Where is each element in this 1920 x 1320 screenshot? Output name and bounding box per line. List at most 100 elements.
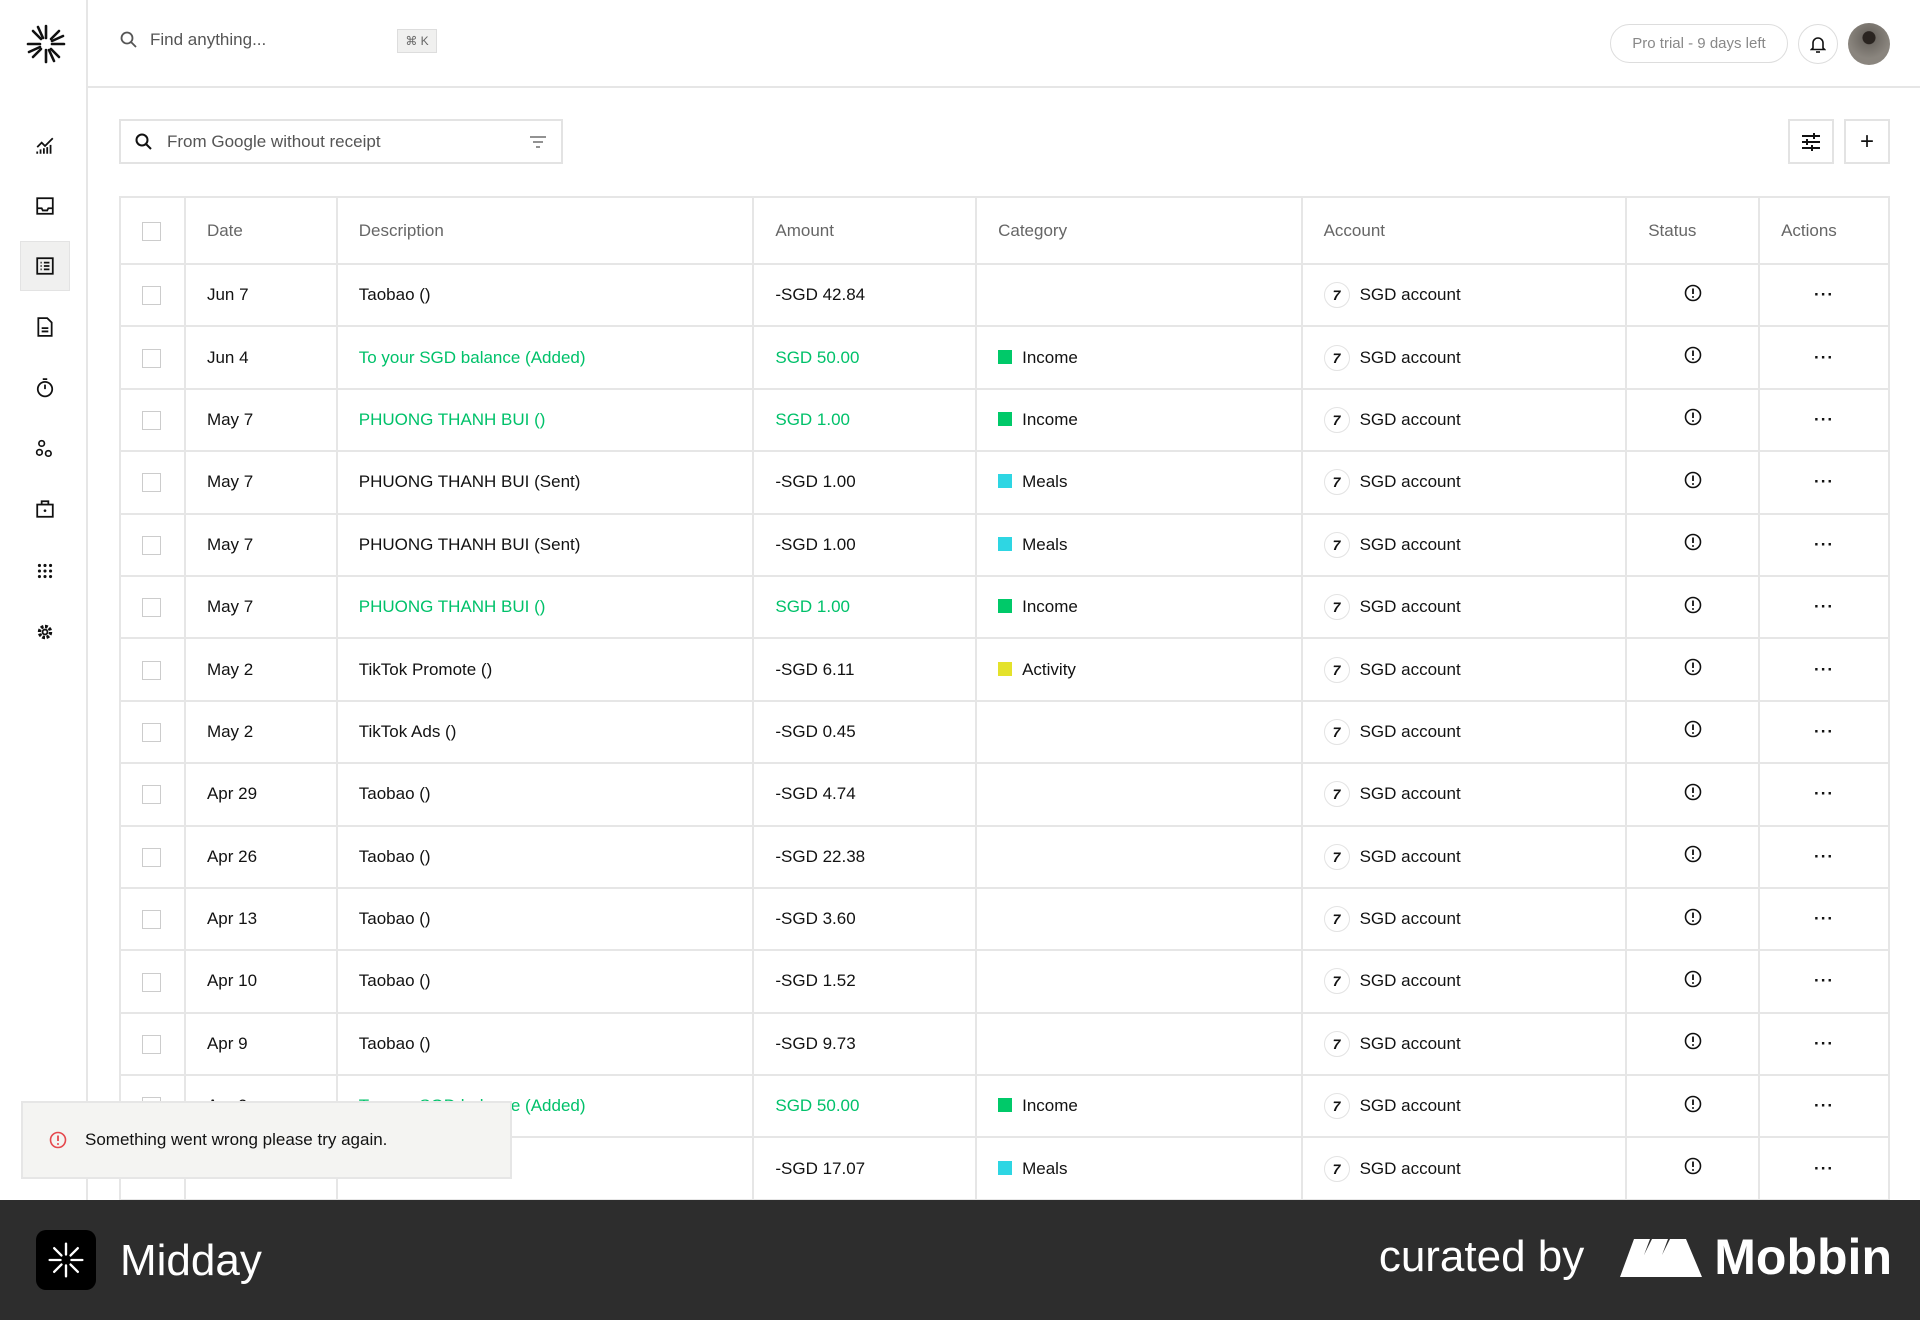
row-actions-button[interactable]: ··· xyxy=(1759,888,1889,950)
table-row[interactable]: May 2TikTok Ads ()-SGD 0.457SGD account·… xyxy=(120,701,1889,763)
row-checkbox[interactable] xyxy=(142,473,161,492)
category-cell[interactable] xyxy=(976,826,1301,888)
row-actions-button[interactable]: ··· xyxy=(1759,701,1889,763)
row-actions-button[interactable]: ··· xyxy=(1759,1013,1889,1075)
row-actions-button[interactable]: ··· xyxy=(1759,1137,1889,1199)
trial-badge[interactable]: Pro trial - 9 days left xyxy=(1610,24,1788,63)
row-actions-button[interactable]: ··· xyxy=(1759,514,1889,576)
table-row[interactable]: Apr 26Taobao ()-SGD 22.387SGD account··· xyxy=(120,826,1889,888)
row-checkbox[interactable] xyxy=(142,785,161,804)
alert-circle-icon[interactable] xyxy=(1684,596,1702,614)
category-cell[interactable]: Income xyxy=(976,389,1301,451)
row-actions-button[interactable]: ··· xyxy=(1759,826,1889,888)
sidebar-item-apps[interactable] xyxy=(20,546,70,596)
transactions-search-input[interactable]: From Google without receipt xyxy=(119,119,563,164)
row-checkbox[interactable] xyxy=(142,411,161,430)
category-cell[interactable]: Meals xyxy=(976,514,1301,576)
row-checkbox[interactable] xyxy=(142,598,161,617)
alert-circle-icon[interactable] xyxy=(1684,471,1702,489)
row-checkbox[interactable] xyxy=(142,723,161,742)
row-checkbox[interactable] xyxy=(142,910,161,929)
row-checkbox[interactable] xyxy=(142,349,161,368)
table-row[interactable]: Jun 7Taobao ()-SGD 42.847SGD account··· xyxy=(120,264,1889,326)
table-row[interactable]: May 7PHUONG THANH BUI ()SGD 1.00Income7S… xyxy=(120,389,1889,451)
alert-circle-icon[interactable] xyxy=(1684,970,1702,988)
amount-cell: -SGD 42.84 xyxy=(753,264,976,326)
row-actions-button[interactable]: ··· xyxy=(1759,326,1889,388)
category-cell[interactable] xyxy=(976,1013,1301,1075)
table-row[interactable]: Apr 10Taobao ()-SGD 1.527SGD account··· xyxy=(120,950,1889,1012)
account-cell: 7SGD account xyxy=(1302,389,1627,451)
category-cell[interactable]: Activity xyxy=(976,638,1301,700)
row-checkbox[interactable] xyxy=(142,536,161,555)
column-header-account[interactable]: Account xyxy=(1302,197,1627,264)
category-cell[interactable]: Income xyxy=(976,326,1301,388)
table-row[interactable]: May 2TikTok Promote ()-SGD 6.11Activity7… xyxy=(120,638,1889,700)
column-header-date[interactable]: Date xyxy=(185,197,337,264)
table-row[interactable]: Apr 13Taobao ()-SGD 3.607SGD account··· xyxy=(120,888,1889,950)
row-actions-button[interactable]: ··· xyxy=(1759,763,1889,825)
alert-circle-icon[interactable] xyxy=(1684,1157,1702,1175)
row-checkbox[interactable] xyxy=(142,973,161,992)
alert-circle-icon[interactable] xyxy=(1684,908,1702,926)
alert-circle-icon[interactable] xyxy=(1684,408,1702,426)
sidebar-item-invoice[interactable] xyxy=(20,302,70,352)
alert-circle-icon[interactable] xyxy=(1684,1032,1702,1050)
midday-logo-icon[interactable] xyxy=(24,22,68,66)
table-row[interactable]: May 7PHUONG THANH BUI (Sent)-SGD 1.00Mea… xyxy=(120,514,1889,576)
column-header-category[interactable]: Category xyxy=(976,197,1301,264)
select-all-checkbox[interactable] xyxy=(142,222,161,241)
sidebar-item-chart[interactable] xyxy=(20,121,70,171)
notifications-button[interactable] xyxy=(1798,24,1838,64)
alert-circle-icon[interactable] xyxy=(1684,845,1702,863)
alert-circle-icon[interactable] xyxy=(1684,346,1702,364)
table-row[interactable]: Jun 4To your SGD balance (Added)SGD 50.0… xyxy=(120,326,1889,388)
category-cell[interactable] xyxy=(976,950,1301,1012)
category-cell[interactable]: Income xyxy=(976,1075,1301,1137)
row-actions-button[interactable]: ··· xyxy=(1759,576,1889,638)
category-cell[interactable]: Meals xyxy=(976,451,1301,513)
row-actions-button[interactable]: ··· xyxy=(1759,950,1889,1012)
add-transaction-button[interactable]: + xyxy=(1844,119,1890,164)
column-header-amount[interactable]: Amount xyxy=(753,197,976,264)
row-checkbox[interactable] xyxy=(142,1035,161,1054)
row-actions-button[interactable]: ··· xyxy=(1759,389,1889,451)
sidebar-item-transactions[interactable] xyxy=(20,241,70,291)
category-cell[interactable] xyxy=(976,701,1301,763)
row-checkbox[interactable] xyxy=(142,286,161,305)
table-row[interactable]: Apr 29Taobao ()-SGD 4.747SGD account··· xyxy=(120,763,1889,825)
user-avatar[interactable] xyxy=(1848,23,1890,65)
table-row[interactable]: May 7PHUONG THANH BUI (Sent)-SGD 1.00Mea… xyxy=(120,451,1889,513)
row-actions-button[interactable]: ··· xyxy=(1759,264,1889,326)
sidebar-item-customers[interactable] xyxy=(20,424,70,474)
column-header-status[interactable]: Status xyxy=(1626,197,1759,264)
alert-circle-icon[interactable] xyxy=(1684,533,1702,551)
table-row[interactable]: Apr 9Taobao ()-SGD 9.737SGD account··· xyxy=(120,1013,1889,1075)
category-cell[interactable] xyxy=(976,264,1301,326)
row-actions-button[interactable]: ··· xyxy=(1759,638,1889,700)
category-cell[interactable]: Income xyxy=(976,576,1301,638)
row-actions-button[interactable]: ··· xyxy=(1759,451,1889,513)
status-cell xyxy=(1626,1075,1759,1137)
sidebar-item-settings[interactable] xyxy=(20,607,70,657)
filter-icon[interactable] xyxy=(529,135,547,149)
alert-circle-icon[interactable] xyxy=(1684,783,1702,801)
table-row[interactable]: May 7PHUONG THANH BUI ()SGD 1.00Income7S… xyxy=(120,576,1889,638)
sidebar-item-timer[interactable] xyxy=(20,363,70,413)
column-settings-button[interactable] xyxy=(1788,119,1834,164)
alert-circle-icon[interactable] xyxy=(1684,1095,1702,1113)
category-cell[interactable]: Meals xyxy=(976,1137,1301,1199)
row-checkbox[interactable] xyxy=(142,661,161,680)
alert-circle-icon[interactable] xyxy=(1684,284,1702,302)
sidebar-item-inbox[interactable] xyxy=(20,181,70,231)
row-actions-button[interactable]: ··· xyxy=(1759,1075,1889,1137)
category-cell[interactable] xyxy=(976,888,1301,950)
row-checkbox[interactable] xyxy=(142,848,161,867)
sidebar-item-vault[interactable] xyxy=(20,484,70,534)
column-header-description[interactable]: Description xyxy=(337,197,754,264)
column-header-actions[interactable]: Actions xyxy=(1759,197,1889,264)
global-search[interactable]: Find anything... xyxy=(120,30,266,50)
alert-circle-icon[interactable] xyxy=(1684,658,1702,676)
category-cell[interactable] xyxy=(976,763,1301,825)
alert-circle-icon[interactable] xyxy=(1684,720,1702,738)
